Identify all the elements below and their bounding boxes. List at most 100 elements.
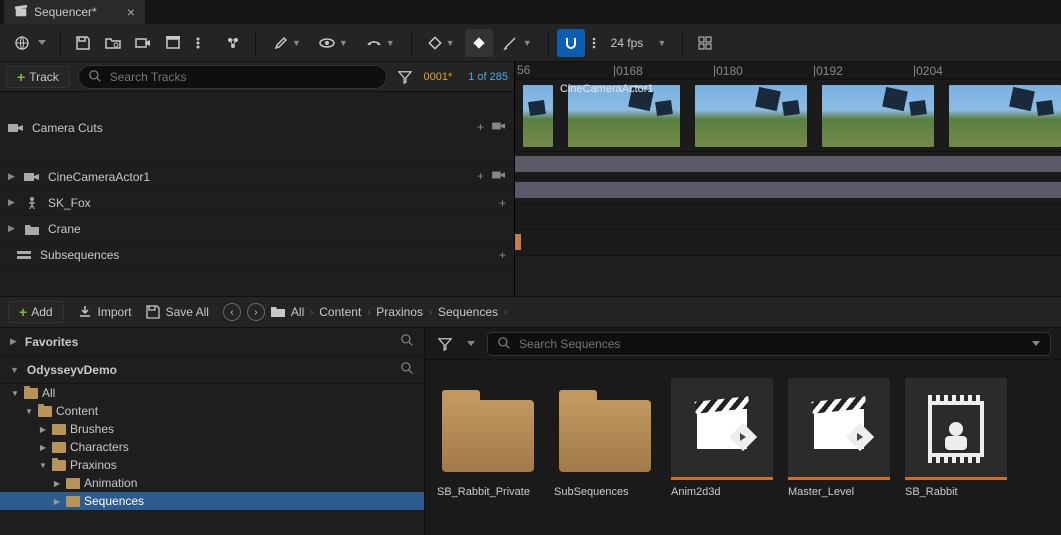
asset-search-input[interactable] xyxy=(519,337,1024,351)
tree-item-label: All xyxy=(42,386,55,400)
expand-icon[interactable]: ▶ xyxy=(38,425,48,434)
track-camera-cuts[interactable]: Camera Cuts + xyxy=(0,92,514,164)
lock-camera-icon[interactable] xyxy=(492,120,506,135)
expand-icon[interactable]: ▶ xyxy=(38,443,48,452)
playback-dropdown[interactable]: ▼ xyxy=(358,29,403,57)
expand-icon[interactable]: ▶ xyxy=(8,171,16,182)
breadcrumb[interactable]: Content xyxy=(319,305,361,319)
fps-dropdown[interactable]: 24 fps▼ xyxy=(603,29,675,57)
browse-button[interactable] xyxy=(99,29,127,57)
sequence-thumb xyxy=(671,378,773,480)
search-icon[interactable] xyxy=(401,362,414,378)
filter-button[interactable] xyxy=(395,70,415,84)
project-header[interactable]: ▼ OdysseyvDemo xyxy=(0,356,424,384)
track-search[interactable] xyxy=(78,65,388,89)
track-crane[interactable]: ▶ Crane xyxy=(0,216,514,242)
curve-editor-button[interactable] xyxy=(691,29,719,57)
autokey-button[interactable] xyxy=(465,29,493,57)
key-dropdown[interactable]: ▼ xyxy=(420,29,463,57)
expand-icon[interactable]: ▼ xyxy=(24,407,34,416)
cinecamera-icon xyxy=(24,170,40,184)
tree-item[interactable]: ▶Animation xyxy=(0,474,424,492)
thumbnail[interactable] xyxy=(822,85,934,147)
tree-item[interactable]: ▶ Characters xyxy=(0,438,424,456)
import-icon xyxy=(78,305,92,319)
track-search-input[interactable] xyxy=(110,70,377,84)
cb-source-tree: ▶ Favorites ▼ OdysseyvDemo ▼All▼Content▶… xyxy=(0,328,425,535)
tree-item[interactable]: ▼Content xyxy=(0,402,424,420)
expand-icon[interactable]: ▼ xyxy=(38,461,48,470)
expand-icon[interactable]: ▶ xyxy=(52,479,62,488)
tab-sequencer[interactable]: Sequencer* × xyxy=(4,0,145,24)
camera-cuts-track[interactable]: CineCameraActor1 xyxy=(515,80,1061,152)
tab-title: Sequencer* xyxy=(34,5,97,19)
cb-add-button[interactable]: + Add xyxy=(8,301,64,323)
favorites-header[interactable]: ▶ Favorites xyxy=(0,328,424,356)
track-label: Crane xyxy=(48,222,81,236)
track-skfox[interactable]: ▶ SK_Fox + xyxy=(0,190,514,216)
close-icon[interactable]: × xyxy=(127,4,135,20)
cb-saveall-button[interactable]: Save All xyxy=(146,305,209,319)
asset-item[interactable]: Anim2d3d xyxy=(671,378,773,517)
actions-dropdown[interactable]: ▼ xyxy=(264,29,309,57)
lock-camera-icon[interactable] xyxy=(492,169,506,184)
track-subsequences[interactable]: Subsequences + xyxy=(0,242,514,268)
add-track-button[interactable]: + Track xyxy=(6,66,70,88)
expand-icon[interactable]: ▶ xyxy=(52,497,62,506)
thumbnail[interactable] xyxy=(695,85,807,147)
cinecamera-track-lane[interactable] xyxy=(515,152,1061,178)
tree-item[interactable]: ▶Sequences xyxy=(0,492,424,510)
expand-icon[interactable]: ▶ xyxy=(8,223,16,234)
thumbnail[interactable] xyxy=(523,85,553,147)
tree-item[interactable]: ▼Praxinos xyxy=(0,456,424,474)
crane-track-lane[interactable] xyxy=(515,204,1061,230)
add-section-icon[interactable]: + xyxy=(499,196,506,210)
asset-search[interactable] xyxy=(487,332,1051,356)
subsequences-track-lane[interactable] xyxy=(515,230,1061,256)
snap-button[interactable] xyxy=(557,29,585,57)
create-camera-button[interactable] xyxy=(129,29,157,57)
cb-import-button[interactable]: Import xyxy=(78,305,132,319)
add-section-icon[interactable]: + xyxy=(477,120,484,135)
history-back-button[interactable]: ‹ xyxy=(223,303,241,321)
timeline[interactable]: 56 | 0168 | 0180 | 0192 | 0204 CineCamer… xyxy=(514,62,1061,296)
save-button[interactable] xyxy=(69,29,97,57)
tree-item-label: Brushes xyxy=(70,422,114,436)
render-options-button[interactable] xyxy=(189,29,217,57)
director-button[interactable] xyxy=(219,29,247,57)
snap-options-button[interactable] xyxy=(587,29,601,57)
add-section-icon[interactable]: + xyxy=(477,169,484,184)
asset-label: Anim2d3d xyxy=(671,486,773,498)
tree-item[interactable]: ▶ Brushes xyxy=(0,420,424,438)
storyboard-thumb xyxy=(905,378,1007,480)
breadcrumb[interactable]: Praxinos xyxy=(376,305,423,319)
asset-item[interactable]: SB_Rabbit_Private xyxy=(437,378,539,517)
skfox-track-lane[interactable] xyxy=(515,178,1061,204)
asset-filter-button[interactable] xyxy=(435,337,455,351)
breadcrumb[interactable]: All xyxy=(291,305,304,319)
world-dropdown[interactable] xyxy=(8,29,36,57)
expand-icon[interactable]: ▶ xyxy=(8,197,16,208)
render-button[interactable] xyxy=(159,29,187,57)
track-cinecamera[interactable]: ▶ CineCameraActor1 + xyxy=(0,164,514,190)
timeline-ruler[interactable]: 56 | 0168 | 0180 | 0192 | 0204 xyxy=(515,62,1061,80)
frame-range-label: 1 of 285 xyxy=(468,71,508,83)
chevron-down-icon[interactable] xyxy=(1032,341,1040,346)
folder-icon xyxy=(52,424,66,435)
cb-saveall-label: Save All xyxy=(166,305,209,319)
autokey-mode-dropdown[interactable]: ▼ xyxy=(495,29,540,57)
breadcrumb[interactable]: Sequences xyxy=(438,305,498,319)
expand-icon[interactable]: ▼ xyxy=(10,389,20,398)
thumbnail[interactable] xyxy=(949,85,1061,147)
folder-icon xyxy=(24,388,38,399)
history-fwd-button[interactable]: › xyxy=(247,303,265,321)
add-section-icon[interactable]: + xyxy=(499,248,506,262)
asset-item[interactable]: Master_Level xyxy=(788,378,890,517)
view-dropdown[interactable]: ▼ xyxy=(311,29,356,57)
asset-item[interactable]: SubSequences xyxy=(554,378,656,517)
plus-icon: + xyxy=(17,69,25,85)
asset-item[interactable]: SB_Rabbit xyxy=(905,378,1007,517)
tree-item-label: Characters xyxy=(70,440,129,454)
search-icon[interactable] xyxy=(401,334,414,350)
tree-item[interactable]: ▼ All xyxy=(0,384,424,402)
